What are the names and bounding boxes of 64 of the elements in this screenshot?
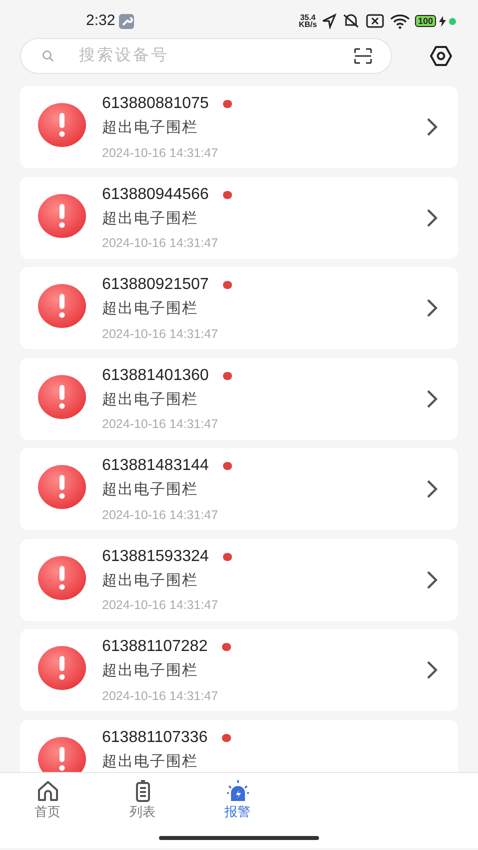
mute-icon — [342, 13, 360, 29]
alarm-time: 2024-10-16 14:31:47 — [102, 597, 220, 614]
home-icon — [36, 779, 60, 802]
status-time: 2:32 — [86, 10, 116, 31]
alarm-card[interactable]: 613881107336 超出电子围栏 — [20, 720, 458, 772]
alarm-time: 2024-10-16 14:31:47 — [102, 144, 220, 162]
charging-icon — [439, 16, 446, 26]
chevron-right-icon — [426, 660, 438, 680]
alarm-time: 2024-10-16 14:31:47 — [102, 688, 220, 704]
alarm-time: 2024-10-16 14:31:47 — [102, 235, 220, 252]
wrench-icon — [119, 14, 134, 28]
chevron-right-icon — [426, 298, 438, 318]
alert-icon — [38, 103, 86, 147]
alarm-message: 超出电子围栏 — [102, 208, 199, 228]
wifi-icon — [390, 13, 410, 29]
nav-tab[interactable]: 报警 — [190, 773, 285, 824]
alarm-message: 超出电子围栏 — [102, 118, 199, 138]
device-number: 613881107336 — [102, 728, 208, 748]
alarm-message: 超出电子围栏 — [102, 752, 199, 772]
alarm-message: 超出电子围栏 — [102, 480, 199, 500]
alarm-time: 2024-10-16 14:31:47 — [102, 416, 220, 433]
device-number: 613880944566 — [102, 184, 209, 204]
alarm-message: 超出电子围栏 — [102, 390, 199, 410]
alarm-time: 2024-10-16 14:31:47 — [102, 506, 220, 524]
alarm-card[interactable]: 613880921507 超出电子围栏 2024-10-16 14:31:47 — [20, 267, 458, 349]
alarm-card[interactable]: 613880881075 超出电子围栏 2024-10-16 14:31:47 — [20, 86, 458, 168]
device-number: 613880881075 — [102, 94, 209, 114]
search-field[interactable]: 搜索设备号 — [20, 38, 392, 74]
alert-icon — [38, 646, 86, 690]
chevron-right-icon — [426, 479, 438, 499]
alarm-card[interactable]: 613880944566 超出电子围栏 2024-10-16 14:31:47 — [20, 176, 458, 258]
alarm-card[interactable]: 613881483144 超出电子围栏 2024-10-16 14:31:47 — [20, 448, 458, 530]
alert-icon — [38, 556, 86, 600]
device-number: 613880921507 — [102, 275, 209, 295]
alert-icon — [38, 374, 86, 418]
chevron-right-icon — [426, 388, 438, 408]
chevron-right-icon — [426, 117, 438, 137]
device-number: 613881483144 — [102, 456, 209, 476]
chevron-right-icon — [426, 208, 438, 228]
alarm-message: 超出电子围栏 — [102, 570, 199, 590]
alarm-time: 2024-10-16 14:31:47 — [102, 326, 220, 342]
alarm-card[interactable]: 613881107282 超出电子围栏 2024-10-16 14:31:47 — [20, 629, 458, 711]
device-number: 613881107282 — [102, 637, 208, 657]
location-icon — [320, 13, 337, 29]
device-number: 613881593324 — [102, 546, 209, 566]
settings-icon[interactable] — [430, 46, 452, 66]
chevron-right-icon — [426, 570, 438, 590]
search-icon — [42, 50, 54, 62]
alarm-message: 超出电子围栏 — [102, 661, 199, 681]
alarm-card[interactable]: 613881401360 超出电子围栏 2024-10-16 14:31:47 — [20, 358, 458, 440]
sim-icon — [366, 14, 384, 28]
alert-icon — [38, 465, 86, 509]
nav-tab[interactable]: 列表 — [95, 773, 190, 824]
alert-icon — [38, 284, 86, 328]
alarm-message: 超出电子围栏 — [102, 299, 199, 319]
battery-indicator: 100 — [414, 15, 436, 27]
nav-tab[interactable]: 首页 — [0, 773, 95, 824]
alert-icon — [38, 194, 86, 238]
alarm-card[interactable]: 613881593324 超出电子围栏 2024-10-16 14:31:47 — [20, 538, 458, 620]
siren-icon — [226, 779, 250, 802]
device-number: 613881401360 — [102, 366, 209, 386]
scan-icon[interactable] — [354, 48, 372, 64]
network-speed: 35.4 KB/s — [298, 14, 317, 28]
status-dot-icon — [449, 18, 456, 24]
